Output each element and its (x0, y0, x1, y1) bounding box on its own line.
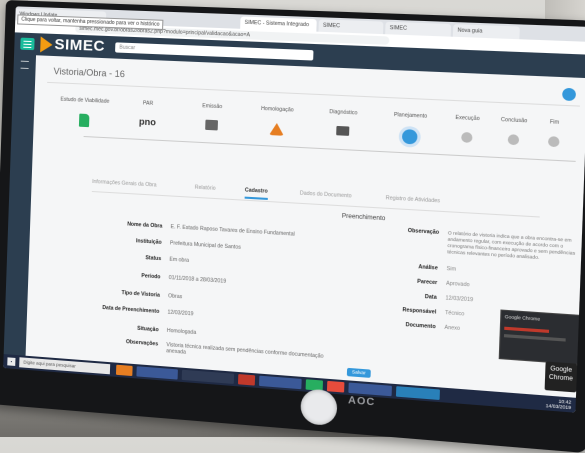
form-label: Responsável (402, 307, 437, 316)
current-step-icon (401, 129, 418, 145)
form-row: Situação Homologada (67, 321, 197, 337)
workflow-step-label: Emissão (202, 103, 223, 111)
pdf-icon: pno (138, 116, 157, 128)
form-label: Observação (407, 227, 440, 236)
form-value: Aprovado (445, 280, 470, 289)
tab-activity-log[interactable]: Registro de Atividades (386, 195, 441, 204)
hamburger-icon[interactable] (20, 60, 29, 70)
workflow-step-label: Diagnóstico (329, 108, 358, 117)
search-input[interactable]: Buscar (115, 42, 314, 61)
form-value: 12/03/2019 (167, 309, 194, 318)
pending-icon (461, 131, 473, 143)
form-label: Data (424, 293, 437, 301)
workflow-step-label: Homologação (260, 105, 294, 114)
taskbar-app-icon[interactable] (326, 380, 345, 393)
workflow-step[interactable]: Diagnóstico (311, 108, 376, 137)
clock-date: 14/03/2019 (545, 402, 572, 411)
form-row: Tipo de Vistoria Obras (68, 286, 182, 300)
form-row: Status Em obra (69, 250, 189, 264)
form-label: Situação (137, 325, 159, 334)
form-label: Parecer (417, 278, 438, 287)
tab-general-info[interactable]: Informações Gerais da Obra (92, 179, 157, 189)
workflow-step[interactable]: Estudo de Viabilidade (54, 96, 116, 128)
screen: Windows Update SIMEC - Sistema Integrado… (3, 6, 585, 413)
workflow-step[interactable]: Fim (520, 118, 585, 149)
notification-title: Google Chrome (504, 314, 541, 322)
form-value: Anexo (444, 324, 461, 333)
workflow-step-label: PAR (142, 100, 154, 107)
form-row: Período 01/11/2018 a 28/03/2019 (69, 268, 227, 285)
monitor-icon (336, 125, 350, 136)
file-explorer-icon[interactable] (115, 364, 133, 377)
workflow-step[interactable]: Homologação (245, 105, 310, 137)
menu-button[interactable] (20, 37, 35, 51)
workflow-step[interactable]: Emissão (180, 102, 243, 132)
form-value: Técnico (444, 309, 465, 318)
form-value: Sim (446, 265, 457, 273)
workflow-step-label: Estudo de Viabilidade (60, 96, 110, 105)
form-label: Período (141, 273, 161, 281)
taskbar-app[interactable] (136, 366, 178, 380)
form-value: 12/03/2019 (445, 295, 474, 304)
taskbar-app[interactable] (395, 386, 440, 400)
form-value: Em obra (169, 256, 190, 264)
printer-icon (205, 119, 219, 131)
tab-document-data[interactable]: Dados do Documento (300, 190, 352, 199)
taskbar-app[interactable] (181, 369, 235, 384)
form-row: Análise Sim (362, 261, 457, 273)
form-row: Parecer Aprovado (361, 275, 470, 289)
form-value: Prefeitura Municipal de Santos (169, 240, 241, 251)
form-row: Nome da Obra E. F. Estado Raposo Tavares … (70, 218, 295, 238)
form-label: Tipo de Vistoria (121, 290, 160, 299)
pending-icon (507, 134, 520, 146)
tab-registration[interactable]: Cadastro (244, 187, 268, 200)
form-label: Nome da Obra (127, 221, 163, 230)
workflow-step-label: Fim (549, 119, 560, 126)
page-title: Vistoria/Obra - 16 (53, 66, 126, 80)
form-label: Análise (418, 264, 438, 272)
windows-start-icon[interactable] (7, 357, 16, 366)
avatar[interactable] (562, 87, 577, 102)
section-title: Preenchimento (341, 213, 386, 223)
taskbar-app-icon[interactable] (237, 374, 256, 386)
clock[interactable]: 10:42 14/03/2019 (546, 398, 572, 411)
monitor-brand: AOC (347, 394, 376, 409)
form-row: Data de Preenchimento 12/03/2019 (67, 302, 193, 317)
form-row: Data 12/03/2019 (361, 290, 474, 304)
form-value: Vistoria técnica realizada sem pendência… (166, 342, 324, 360)
form-row: Instituição Prefeitura Municipal de Santo… (70, 234, 241, 251)
observation-text: O relatório de vistoria indica que a obr… (447, 230, 576, 261)
app-logo: SIMEC (54, 35, 106, 56)
simec-logo-icon (40, 36, 53, 53)
monitor: Windows Update SIMEC - Sistema Integrado… (0, 0, 585, 453)
form-value: Obras (167, 293, 183, 301)
save-button[interactable]: Salvar (346, 367, 371, 378)
taskbar-app[interactable] (348, 382, 392, 397)
warning-icon (269, 122, 285, 136)
form-label: Data de Preenchimento (102, 304, 160, 316)
doc-icon (78, 113, 90, 128)
tab-report[interactable]: Relatório (195, 185, 216, 192)
form-value: 01/11/2018 a 28/03/2019 (168, 274, 227, 285)
google-badge: Google Chrome (544, 361, 578, 393)
notification-bar (504, 326, 550, 333)
form-row: Documento Anexo (359, 319, 460, 332)
notification-popup[interactable]: Google Chrome (498, 309, 582, 365)
form-value: E. F. Estado Raposo Tavares de Ensino Fu… (170, 224, 295, 238)
form-label: Observações (125, 339, 159, 348)
form-label: Status (145, 255, 162, 263)
taskbar-app[interactable] (258, 375, 302, 390)
workflow-step[interactable]: PAR pno (116, 99, 179, 132)
form-value: Homologada (166, 327, 197, 337)
power-button (300, 388, 338, 427)
form-label: Instituição (135, 238, 162, 246)
notification-bar (503, 334, 566, 342)
form-label: Documento (405, 321, 436, 331)
form-row: Responsável Técnico (360, 304, 464, 317)
form-row: Observação (363, 225, 448, 236)
pending-icon (547, 136, 560, 148)
